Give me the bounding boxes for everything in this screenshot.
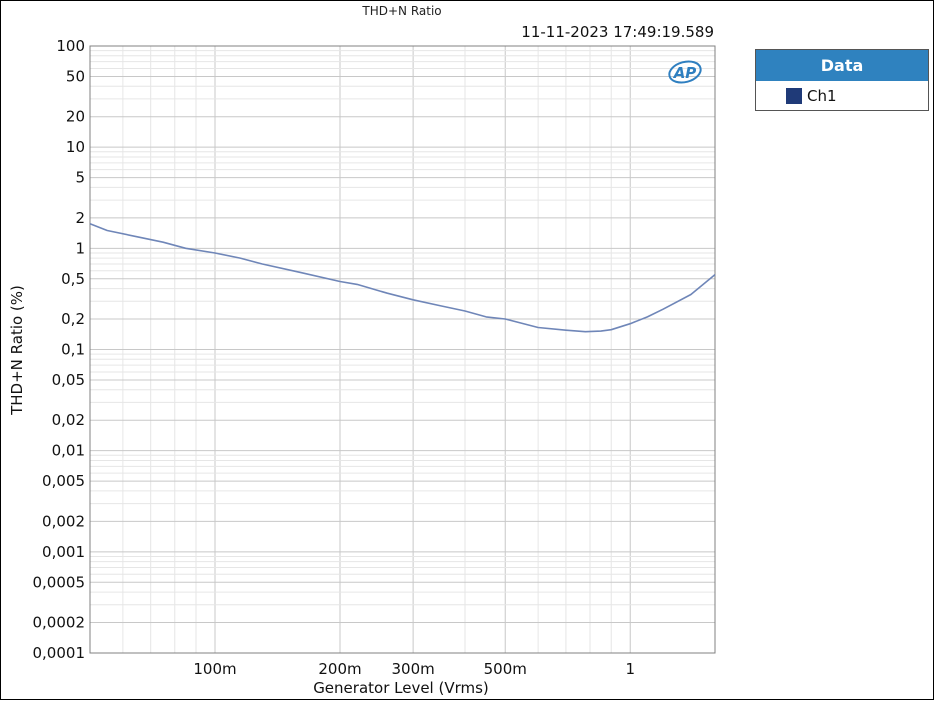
x-tick-label: 200m: [318, 660, 361, 678]
series-line-ch1: [89, 222, 716, 333]
y-tick-label: 50: [66, 67, 85, 85]
legend-title: Data: [756, 50, 928, 81]
y-tick-label: 0,0001: [33, 644, 86, 662]
y-tick-label: 0,2: [61, 310, 85, 328]
y-tick-label: 1: [75, 239, 85, 257]
legend-label: Ch1: [807, 86, 837, 105]
y-tick-label: 20: [66, 108, 85, 126]
x-tick-label: 500m: [484, 660, 527, 678]
timestamp: 11-11-2023 17:49:19.589: [521, 23, 714, 41]
series-layer: [89, 222, 716, 333]
y-tick-label: 0,005: [42, 472, 85, 490]
y-tick-label: 100: [56, 37, 85, 55]
x-tick-label: 100m: [193, 660, 236, 678]
y-tick-label: 0,0002: [33, 614, 86, 632]
legend-swatch: [786, 87, 802, 104]
x-tick-label: 1: [625, 660, 635, 678]
y-tick-label: 0,01: [52, 442, 85, 460]
y-tick-labels: 100 50 20 10 5 2 1 0,5 0,2 0,1 0,05 0,02 0,01 0,005 0,…: [33, 37, 86, 662]
y-tick-label: 2: [75, 209, 85, 227]
y-tick-label: 0,002: [42, 512, 85, 530]
y-tick-label: 0,0005: [33, 573, 86, 591]
svg-text:AP: AP: [673, 64, 697, 82]
ap-logo: AP: [668, 60, 702, 84]
y-tick-label: 0,05: [52, 371, 85, 389]
chart-title: THD+N Ratio: [361, 4, 441, 18]
y-axis-label: THD+N Ratio (%): [8, 285, 26, 416]
x-tick-label: 300m: [391, 660, 434, 678]
legend: Data Ch1: [755, 49, 929, 111]
legend-item-ch1[interactable]: Ch1: [756, 81, 928, 110]
y-tick-label: 5: [75, 169, 85, 187]
y-tick-label: 0,5: [61, 270, 85, 288]
y-tick-label: 0,1: [61, 341, 85, 359]
y-tick-label: 10: [66, 138, 85, 156]
grid: [89, 46, 715, 654]
y-tick-label: 0,001: [42, 543, 85, 561]
x-axis-label: Generator Level (Vrms): [313, 679, 489, 697]
x-tick-labels: 100m 200m 300m 500m 1: [193, 660, 635, 678]
y-tick-label: 0,02: [52, 411, 85, 429]
